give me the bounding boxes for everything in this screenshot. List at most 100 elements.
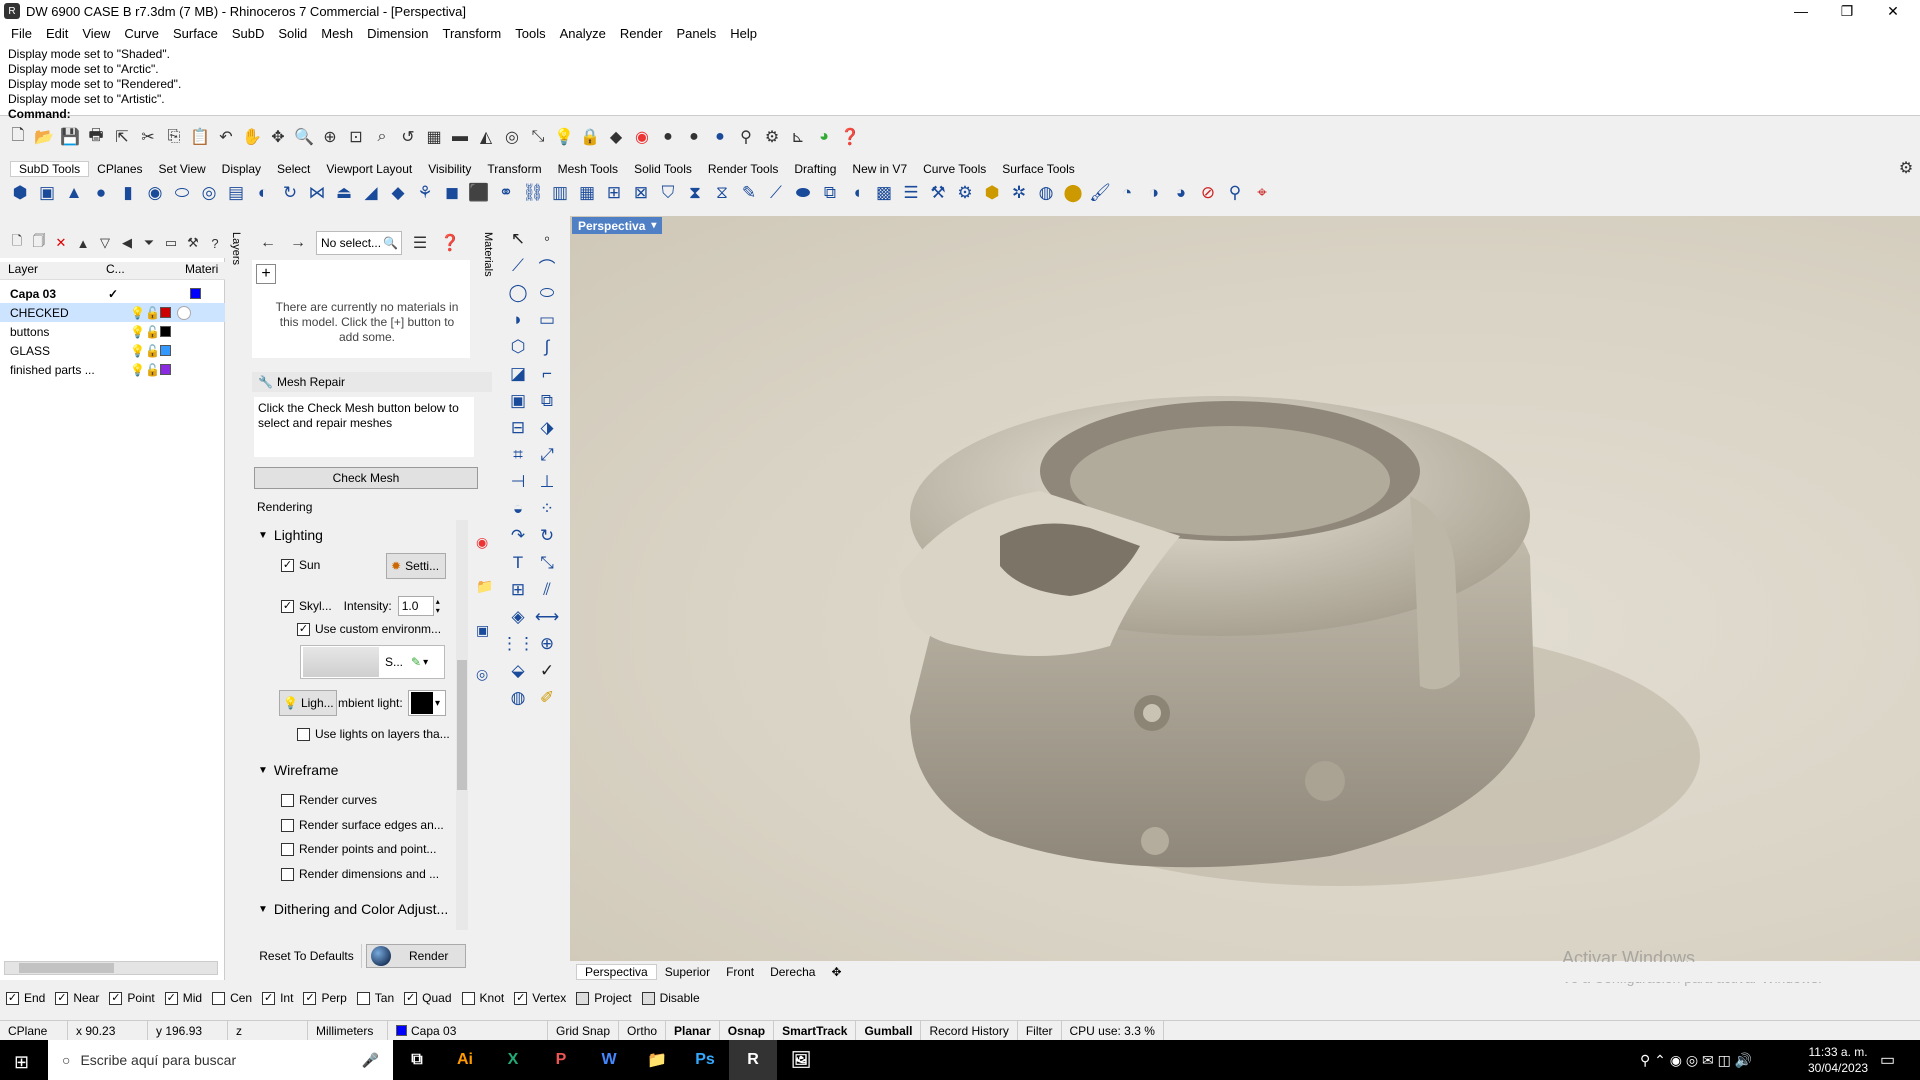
menu-render[interactable]: Render xyxy=(613,26,670,41)
subd-frame-icon[interactable]: ▥ xyxy=(548,181,572,205)
shell-icon[interactable]: ⬙ xyxy=(505,658,531,684)
circle-icon[interactable]: ◯ xyxy=(505,280,531,306)
rhino-app-icon[interactable]: R xyxy=(729,1040,777,1080)
fillet-icon[interactable]: ⌐ xyxy=(534,361,560,387)
lighting-section[interactable]: ▼ Lighting xyxy=(258,527,323,543)
use-lights-checkbox[interactable] xyxy=(297,727,310,741)
custom-env-option[interactable]: ✓ Use custom environm... xyxy=(297,622,441,636)
menu-mesh[interactable]: Mesh xyxy=(314,26,360,41)
render-points-option[interactable]: Render points and point... xyxy=(281,842,436,856)
subd-object-icon[interactable]: ⬢ xyxy=(980,181,1004,205)
sun-checkbox[interactable]: ✓ xyxy=(281,558,294,572)
osnap-perp[interactable]: ✓ Perp xyxy=(303,991,347,1005)
notifications-icon[interactable]: ▭ xyxy=(1880,1050,1895,1070)
arc-icon[interactable]: ◗ xyxy=(505,307,531,333)
filter-layers-icon[interactable]: ⏷ xyxy=(140,234,158,252)
layer-status[interactable]: Capa 03 xyxy=(388,1021,548,1040)
units-status[interactable]: Millimeters xyxy=(308,1021,388,1040)
osnap-disable-checkbox[interactable] xyxy=(641,991,655,1005)
subd-symmetry-icon[interactable]: ⧖ xyxy=(710,181,734,205)
tab-solid-tools[interactable]: Solid Tools xyxy=(626,162,700,176)
rendered-icon[interactable]: ● xyxy=(708,125,732,149)
osnap-toggle[interactable]: Osnap xyxy=(720,1021,775,1040)
ortho-toggle[interactable]: Ortho xyxy=(619,1021,667,1040)
menu-transform[interactable]: Transform xyxy=(435,26,508,41)
lightbulb-icon[interactable]: 💡 xyxy=(130,363,145,377)
layer-row[interactable]: finished parts ... 💡 🔓 xyxy=(0,360,225,379)
sun-settings-button[interactable]: ✹ Setti... xyxy=(386,553,446,579)
current-col-header[interactable]: C... xyxy=(100,262,150,279)
command-history[interactable]: Display mode set to "Shaded". Display mo… xyxy=(0,44,1920,121)
subd-mesh-icon[interactable]: ▤ xyxy=(224,181,248,205)
open-file-icon[interactable]: 📂 xyxy=(32,125,56,149)
layer-color-swatch[interactable] xyxy=(190,288,201,299)
material-search-input[interactable]: No select... 🔍 xyxy=(316,231,402,255)
tab-curve-tools[interactable]: Curve Tools xyxy=(915,162,994,176)
osnap-tan[interactable]: Tan xyxy=(356,991,394,1005)
clock[interactable]: 11:33 a. m. 30/04/2023 xyxy=(1808,1044,1868,1076)
layer-row[interactable]: GLASS 💡 🔓 xyxy=(0,341,225,360)
subd-disable-icon[interactable]: ⊘ xyxy=(1196,181,1220,205)
subd-view3-icon[interactable]: ◕ xyxy=(1169,181,1193,205)
intensity-input[interactable]: 1.0 xyxy=(397,596,434,616)
layer-color-swatch[interactable] xyxy=(160,326,171,337)
subd-fish-icon[interactable]: ◖ xyxy=(845,181,869,205)
text-icon[interactable]: T xyxy=(505,550,531,576)
cplane-icon[interactable]: ▬ xyxy=(448,125,472,149)
copy-icon[interactable]: ⎘ xyxy=(162,125,186,149)
light-button[interactable]: 💡 Ligh... xyxy=(279,690,337,716)
tab-display[interactable]: Display xyxy=(214,162,269,176)
layer-row[interactable]: Capa 03 ✓ xyxy=(0,284,225,303)
subd-cup-icon[interactable]: ⛉ xyxy=(656,181,680,205)
windows-start-icon[interactable]: ⊞ xyxy=(14,1052,29,1073)
point-icon[interactable]: ◦ xyxy=(534,226,560,252)
menu-solid[interactable]: Solid xyxy=(271,26,314,41)
subd-stitch-icon[interactable]: ⊠ xyxy=(629,181,653,205)
scale-icon[interactable]: ⤡ xyxy=(534,550,560,576)
osnap-point[interactable]: ✓ Point xyxy=(109,991,155,1005)
move-up-icon[interactable]: ▲ xyxy=(74,234,92,252)
subd-insert-icon[interactable]: ✎ xyxy=(737,181,761,205)
help-icon[interactable]: ❓ xyxy=(438,231,462,255)
subd-slide-icon[interactable]: ◢ xyxy=(359,181,383,205)
shaded-icon[interactable]: ● xyxy=(682,125,706,149)
task-view-icon[interactable]: ⧉ xyxy=(393,1040,441,1080)
box-icon[interactable]: ▣ xyxy=(505,388,531,414)
subd-torus-icon[interactable]: ◎ xyxy=(197,181,221,205)
image-icon[interactable]: ▣ xyxy=(476,622,489,638)
osnap-mid[interactable]: ✓ Mid xyxy=(164,991,202,1005)
close-button[interactable]: ✕ xyxy=(1870,0,1916,22)
subd-ellipsoid-icon[interactable]: ⬭ xyxy=(170,181,194,205)
intensity-stepper[interactable]: ▴ ▾ xyxy=(436,597,440,615)
display-mode-icon[interactable]: ● xyxy=(656,125,680,149)
subd-loft-icon[interactable]: ⚘ xyxy=(413,181,437,205)
subd-grid-icon[interactable]: ▦ xyxy=(575,181,599,205)
subd-cylinder-icon[interactable]: ▮ xyxy=(116,181,140,205)
osnap-knot[interactable]: Knot xyxy=(461,991,504,1005)
file-explorer-app-icon[interactable]: 📁 xyxy=(633,1040,681,1080)
gumball-icon[interactable]: ⤢ xyxy=(534,442,560,468)
maximize-button[interactable]: ❐ xyxy=(1824,0,1870,22)
osnap-knot-checkbox[interactable] xyxy=(461,991,475,1005)
move-down-icon[interactable]: ▽ xyxy=(96,234,114,252)
lightbulb-icon[interactable]: 💡 xyxy=(130,325,145,339)
osnap-end[interactable]: ✓ End xyxy=(6,991,45,1005)
layer-row[interactable]: buttons 💡 🔓 xyxy=(0,322,225,341)
tab-subd-tools[interactable]: SubD Tools xyxy=(10,161,90,177)
osnap-vertex-checkbox[interactable]: ✓ xyxy=(514,991,528,1005)
menu-file[interactable]: File xyxy=(4,26,39,41)
subd-view2-icon[interactable]: ◑ xyxy=(1142,181,1166,205)
osnap-quad[interactable]: ✓ Quad xyxy=(404,991,452,1005)
material-icon[interactable] xyxy=(177,305,191,320)
osnap-point-checkbox[interactable]: ✓ xyxy=(109,991,123,1005)
layer-color-swatch[interactable] xyxy=(160,364,171,375)
material-col-header[interactable]: Materi xyxy=(185,262,225,279)
menu-help[interactable]: Help xyxy=(723,26,764,41)
add-material-button[interactable]: + xyxy=(256,264,276,284)
layers-side-tab[interactable]: Layers xyxy=(226,232,242,292)
mesh-icon[interactable]: ⌗ xyxy=(505,442,531,468)
lock-icon[interactable]: 🔒 xyxy=(578,125,602,149)
reset-defaults-button[interactable]: Reset To Defaults xyxy=(252,944,362,968)
select-arrow-icon[interactable]: ↖ xyxy=(505,226,531,252)
scroll-thumb[interactable] xyxy=(19,963,114,973)
